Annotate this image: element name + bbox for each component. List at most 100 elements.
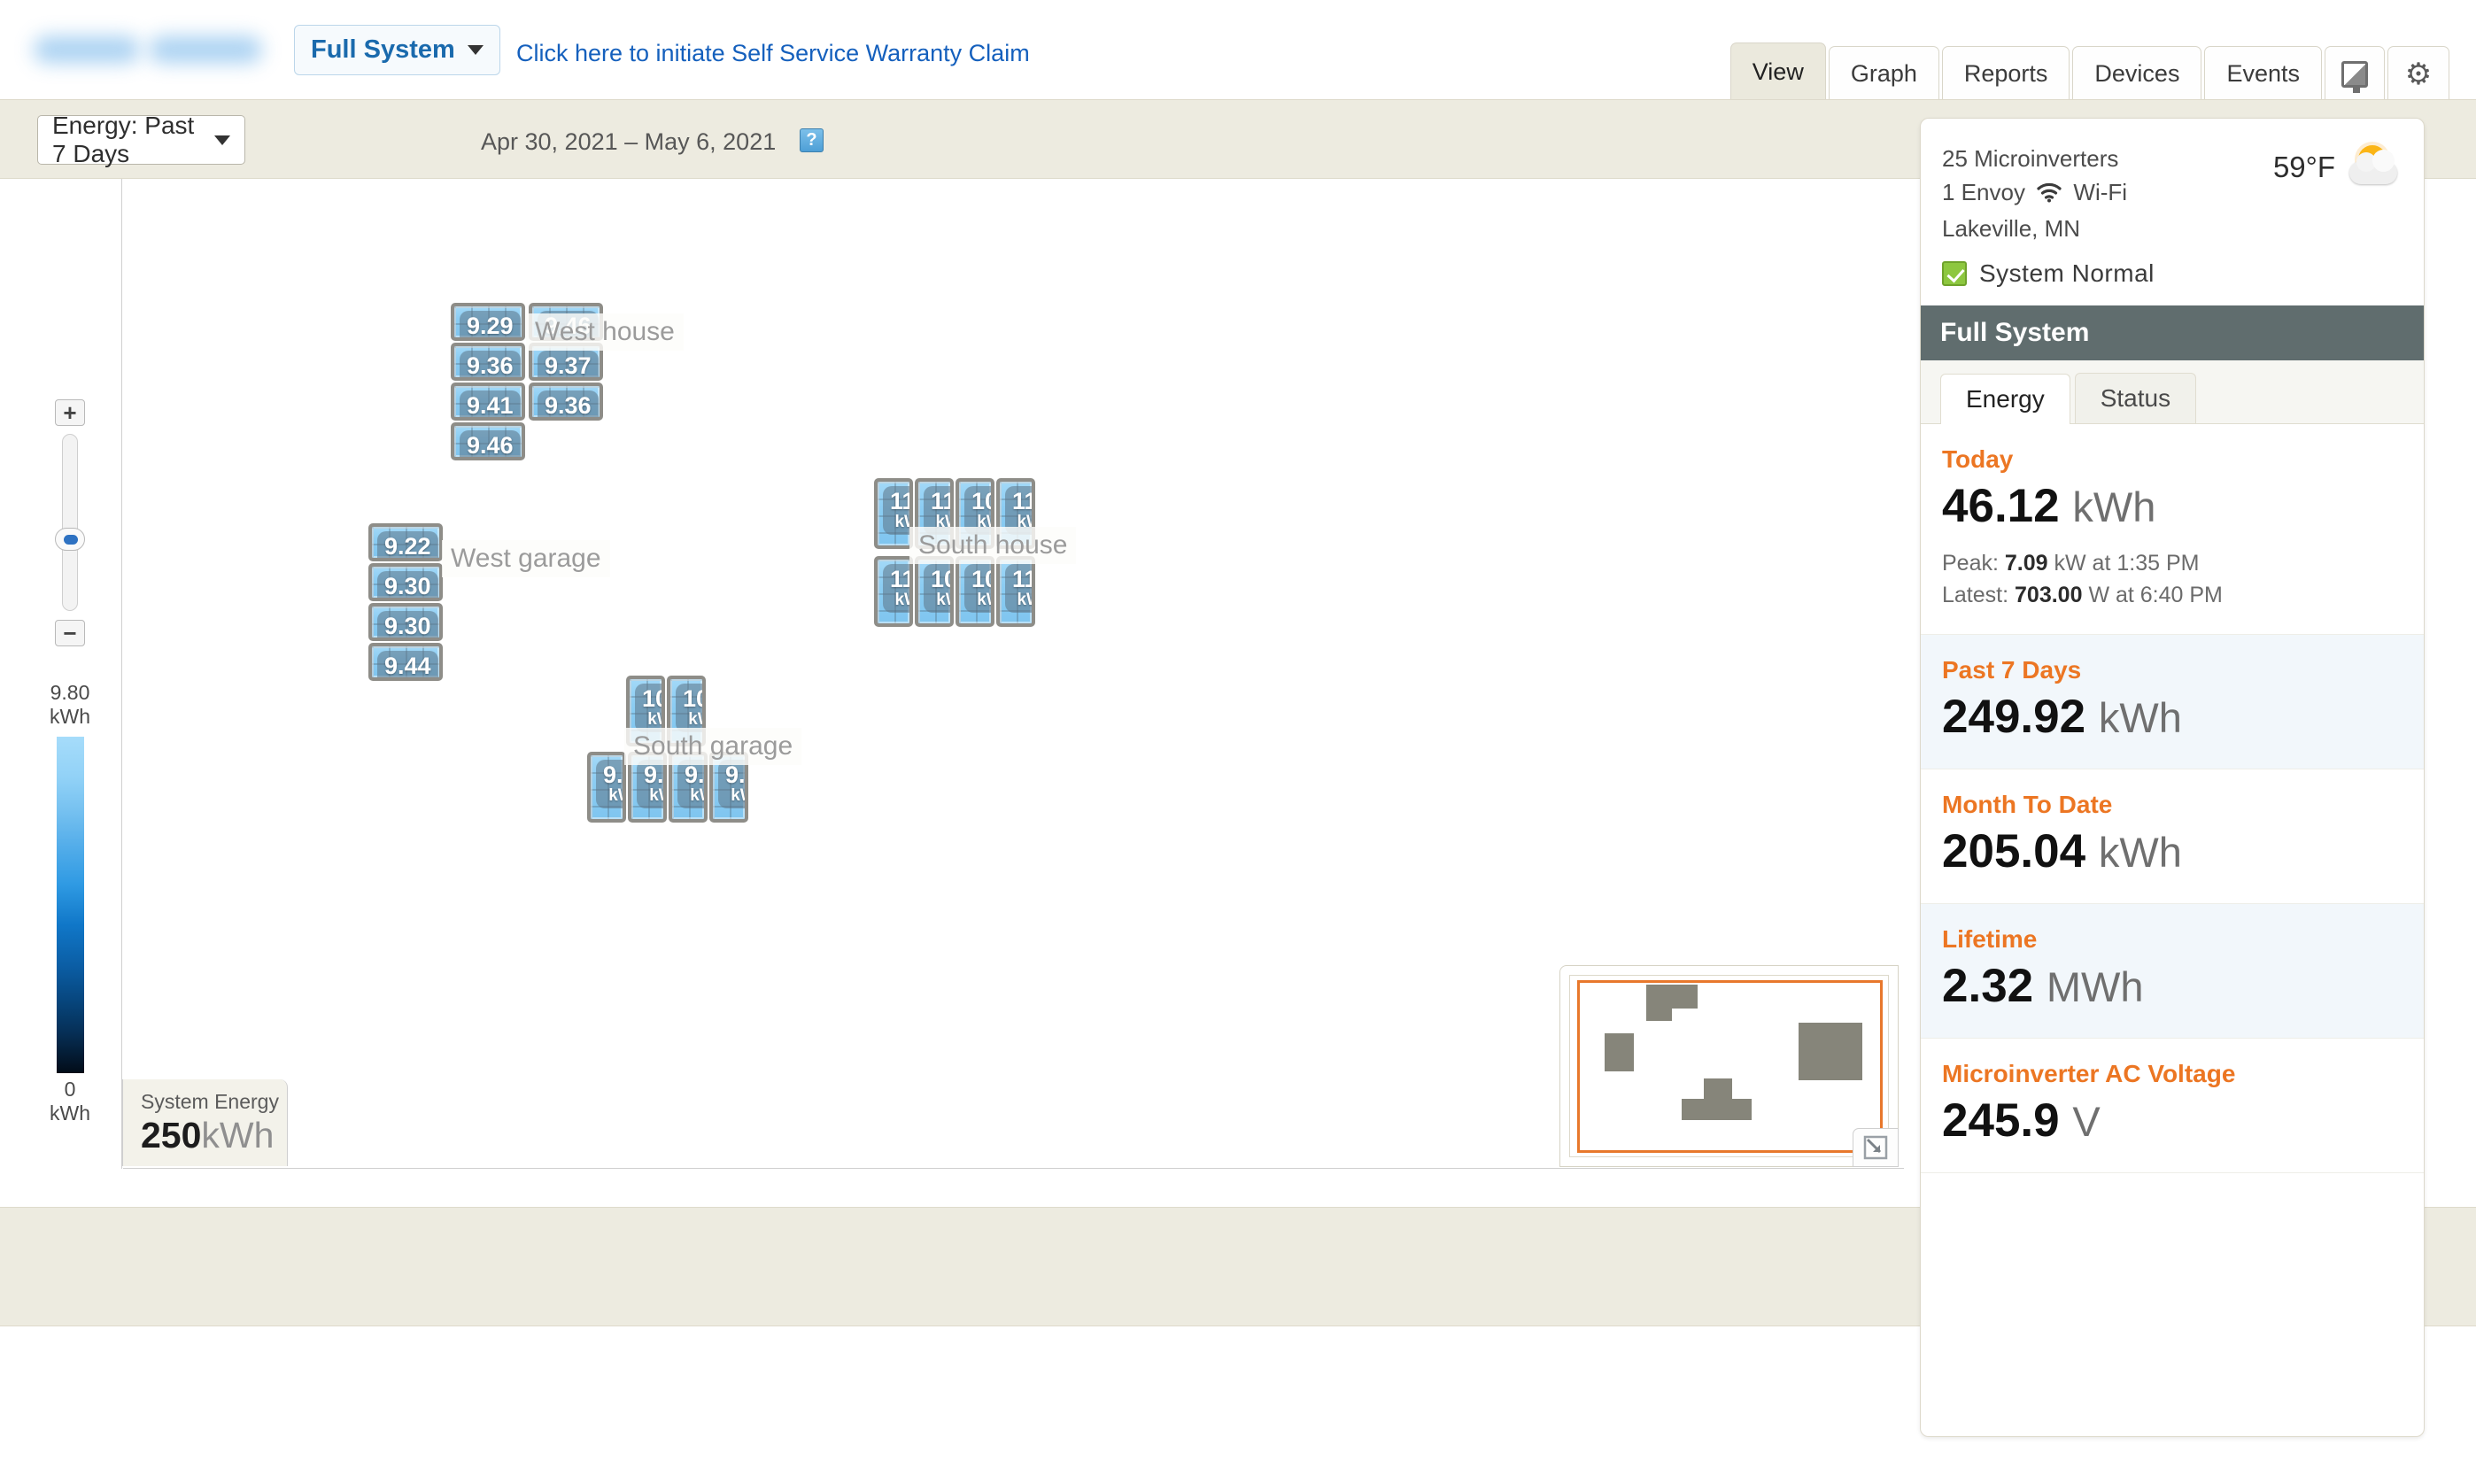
presentation-icon: [2341, 61, 2368, 88]
panel-title: Full System: [1921, 305, 2424, 360]
tab-devices[interactable]: Devices: [2072, 46, 2201, 101]
tab-view[interactable]: View: [1730, 43, 1826, 101]
solar-panel[interactable]: 9.90kWh: [669, 752, 708, 823]
stat-value: 2.32 MWh: [1942, 959, 2402, 1015]
solar-panel[interactable]: 9.36kWh: [529, 383, 603, 421]
stat-number: 249.92: [1942, 691, 2085, 743]
solar-panel[interactable]: 9.57kWh: [587, 752, 626, 823]
envoy-count: 1 Envoy: [1942, 179, 2025, 205]
panel-energy-badge: 11.1kWh: [1005, 486, 1035, 535]
solar-panel[interactable]: 9.44kWh: [368, 643, 443, 681]
latest-suffix: W at 6:40 PM: [2088, 583, 2222, 607]
panel-energy-value: 10.6: [683, 686, 706, 711]
stat-number: 2.32: [1942, 960, 2033, 1012]
solar-panel[interactable]: 9.30kWh: [368, 603, 443, 641]
zoom-in-button[interactable]: +: [55, 399, 85, 426]
panel-energy-value: 9.36: [467, 353, 514, 378]
stat-value: 249.92 kWh: [1942, 690, 2402, 746]
solar-panel[interactable]: 9.36kWh: [628, 752, 667, 823]
solar-panel[interactable]: 11.1kWh: [996, 556, 1035, 627]
envoy-connection: Wi-Fi: [2073, 179, 2127, 205]
tab-energy[interactable]: Energy: [1940, 374, 2070, 424]
solar-panel[interactable]: 10.9kWh: [956, 556, 994, 627]
solar-panel[interactable]: 10.9kWh: [956, 478, 994, 549]
minimap-expand-button[interactable]: [1853, 1128, 1899, 1167]
panel-energy-badge: 11.1kWh: [883, 486, 913, 535]
panel-energy-value: 10.9: [971, 489, 994, 514]
solar-panel[interactable]: 9.37kWh: [529, 343, 603, 381]
legend-max-value: 9.80: [30, 681, 110, 705]
stat-label: Today: [1942, 445, 2402, 474]
panel-energy-badge: 9.90kWh: [677, 760, 708, 808]
warranty-claim-link[interactable]: Click here to initiate Self Service Warr…: [516, 40, 1030, 67]
panel-energy-unit: kWh: [644, 787, 667, 805]
zoom-out-button[interactable]: −: [55, 620, 85, 646]
panel-energy-unit: kWh: [890, 591, 913, 609]
peak-suffix: kW at 1:35 PM: [2054, 551, 2200, 576]
stat-number: 205.04: [1942, 825, 2085, 877]
solar-panel[interactable]: 10.6kWh: [667, 676, 706, 746]
stat-unit: MWh: [2047, 963, 2144, 1010]
tab-presentation[interactable]: [2325, 46, 2385, 101]
solar-panel[interactable]: 9.46kWh: [451, 422, 525, 460]
panel-energy-badge: 9.44kWh: [377, 651, 438, 681]
panel-energy-unit: kWh: [384, 638, 431, 641]
solar-panel[interactable]: 10.4kWh: [626, 676, 665, 746]
stat-value: 245.9 V: [1942, 1094, 2402, 1149]
solar-panel[interactable]: 9.30kWh: [368, 563, 443, 601]
panel-energy-unit: kWh: [467, 378, 514, 381]
tab-settings[interactable]: ⚙: [2387, 46, 2449, 101]
stat-unit: V: [2072, 1098, 2100, 1145]
expand-icon: [1862, 1134, 1889, 1161]
zoom-slider-track[interactable]: [62, 434, 78, 611]
panel-group: 9.29kWh9.36kWh9.41kWh9.46kWh: [451, 303, 525, 460]
solar-panel[interactable]: 9.29kWh: [451, 303, 525, 341]
panel-energy-unit: kWh: [642, 711, 665, 729]
panel-energy-value: 9.36: [644, 762, 667, 787]
solar-panel[interactable]: 11.1kWh: [874, 556, 913, 627]
stat-label: Microinverter AC Voltage: [1942, 1060, 2402, 1088]
panel-energy-unit: kWh: [545, 378, 592, 381]
solar-panel[interactable]: 11.2kWh: [915, 478, 954, 549]
main-nav-tabs: View Graph Reports Devices Events ⚙: [1730, 43, 2449, 101]
stat-number: 245.9: [1942, 1094, 2060, 1147]
solar-panel[interactable]: 9.41kWh: [451, 383, 525, 421]
solar-panel[interactable]: 9.22kWh: [368, 523, 443, 561]
solar-panel[interactable]: 9.03kWh: [709, 752, 748, 823]
minimap[interactable]: [1559, 965, 1899, 1167]
panel-energy-value: 11.1: [890, 567, 913, 591]
tab-graph[interactable]: Graph: [1829, 46, 1939, 101]
panel-energy-badge: 9.57kWh: [596, 760, 626, 808]
tab-reports[interactable]: Reports: [1942, 46, 2070, 101]
panel-energy-unit: kWh: [890, 514, 913, 531]
tab-status[interactable]: Status: [2075, 373, 2196, 423]
chevron-down-icon: [468, 45, 484, 55]
solar-panel[interactable]: 11.1kWh: [874, 478, 913, 549]
panel-energy-value: 9.36: [545, 393, 592, 418]
tab-events[interactable]: Events: [2204, 46, 2322, 101]
panel-group: 11.1kWh10.7kWh10.9kWh11.1kWh: [874, 556, 1035, 627]
minimap-array-shape: [1605, 1033, 1633, 1071]
system-selector[interactable]: Full System: [294, 25, 500, 75]
map-left-rail: + − 9.80 kWh 0 kWh: [0, 179, 122, 1169]
panel-energy-value: 9.44: [384, 653, 431, 678]
solar-panel[interactable]: 11.1kWh: [996, 478, 1035, 549]
help-icon[interactable]: ?: [800, 128, 824, 152]
range-select[interactable]: Energy: Past 7 Days: [37, 115, 245, 165]
solar-panel[interactable]: 9.46kWh: [529, 303, 603, 341]
panel-energy-value: 10.7: [931, 567, 954, 591]
panel-energy-badge: 9.36kWh: [637, 760, 667, 808]
legend-min-value: 0: [30, 1078, 110, 1101]
panel-energy-unit: kWh: [971, 591, 994, 609]
panel-energy-unit: kWh: [384, 678, 431, 681]
stat-unit: kWh: [2099, 829, 2182, 876]
panel-energy-value: 9.41: [467, 393, 514, 418]
panel-energy-unit: kWh: [1012, 514, 1035, 531]
solar-panel[interactable]: 9.36kWh: [451, 343, 525, 381]
solar-panel[interactable]: 10.7kWh: [915, 556, 954, 627]
panel-energy-value: 9.22: [384, 534, 431, 559]
zoom-slider-handle[interactable]: [55, 528, 85, 551]
panel-energy-value: 11.2: [931, 489, 954, 514]
panel-energy-unit: kWh: [725, 787, 748, 805]
panel-energy-unit: kWh: [467, 458, 514, 460]
